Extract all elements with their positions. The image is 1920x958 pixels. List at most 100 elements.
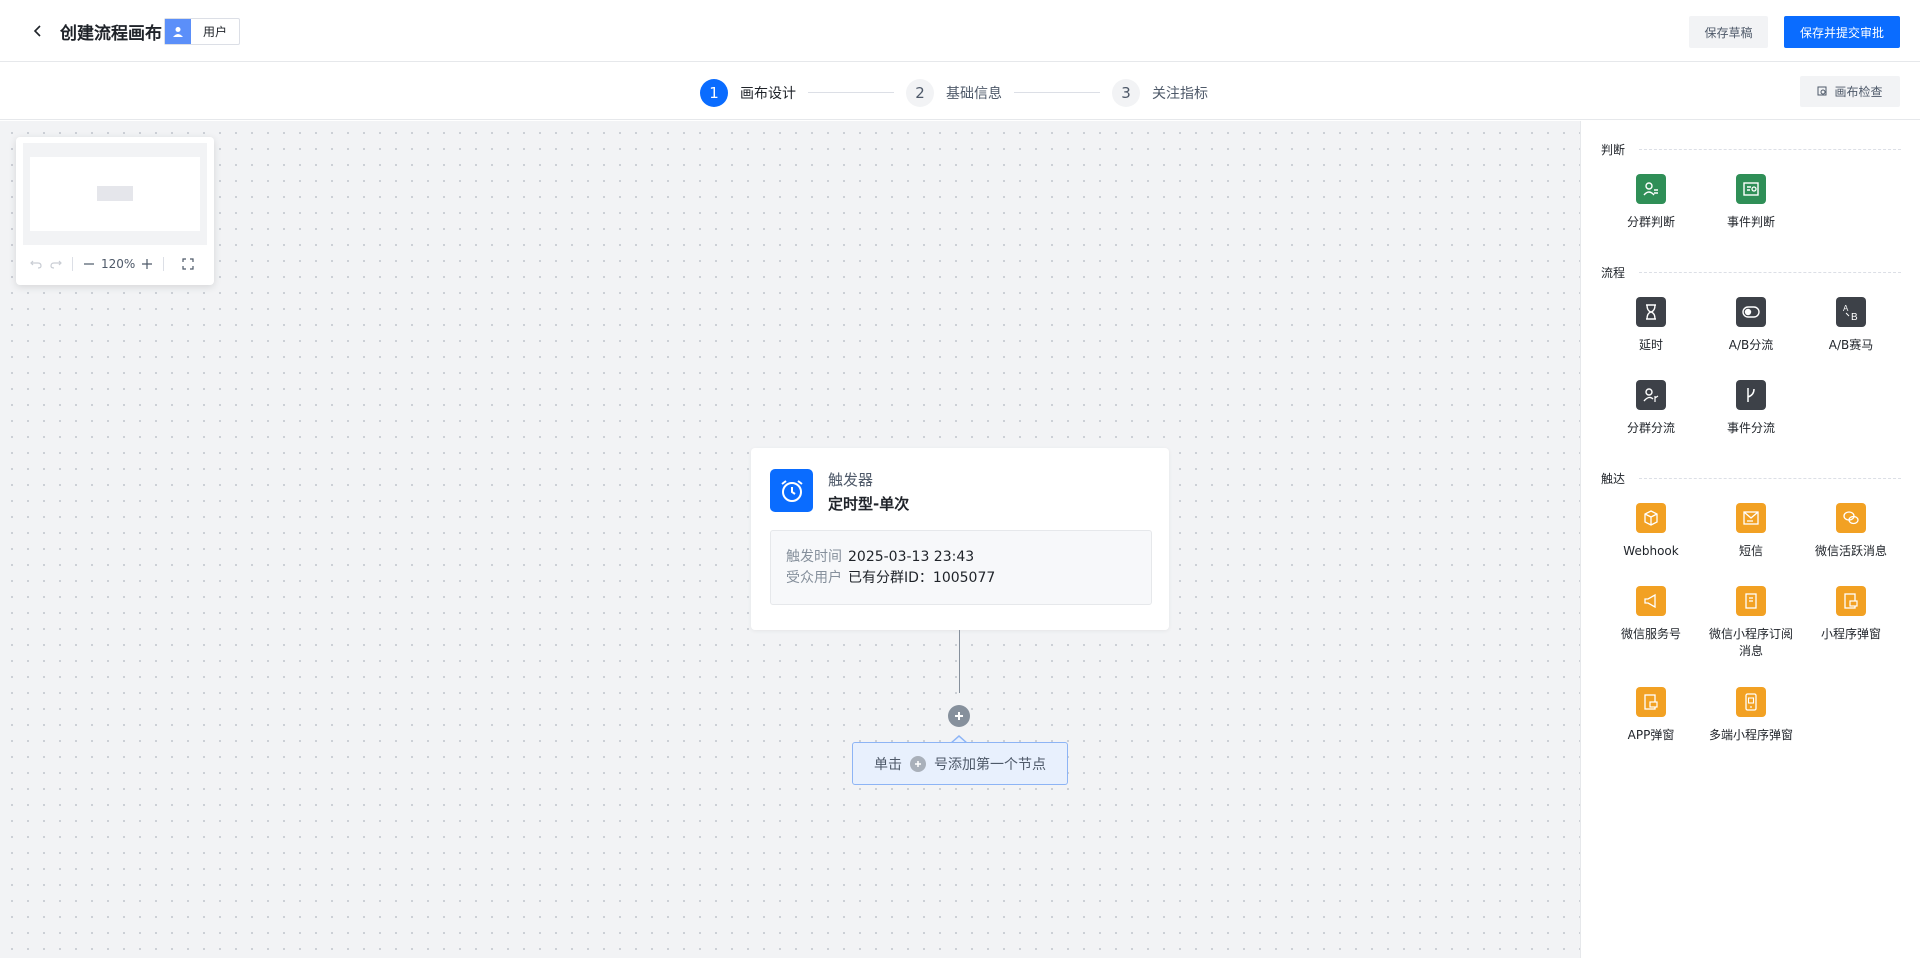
section-title: 流程 [1601, 266, 1626, 280]
sms-item[interactable]: 短信 [1701, 503, 1801, 560]
back-icon[interactable] [26, 19, 50, 43]
undo-icon[interactable] [26, 254, 46, 274]
hint-text-before: 单击 [874, 756, 902, 773]
wechat-active-item[interactable]: 微信活跃消息 [1801, 503, 1901, 560]
step-label: 画布设计 [740, 86, 796, 102]
hint-text-after: 号添加第一个节点 [934, 756, 1046, 773]
step-number: 1 [700, 79, 728, 107]
item-label: 事件判断 [1726, 215, 1775, 229]
item-label: APP弹窗 [1627, 728, 1675, 742]
branch-icon [1736, 380, 1766, 410]
step-metrics[interactable]: 3 关注指标 [1112, 79, 1208, 107]
step-label: 基础信息 [946, 86, 1002, 102]
node-info: 触发时间 2025-03-13 23:43 受众用户 已有分群ID：1005077 [770, 530, 1152, 605]
wechat-mini-subscribe-item[interactable]: 微信小程序订阅消息 [1701, 586, 1801, 660]
ab-icon: AB [1836, 297, 1866, 327]
minimap-controls: 120% [16, 252, 214, 276]
item-label: 微信服务号 [1620, 627, 1681, 641]
save-submit-button[interactable]: 保存并提交审批 [1784, 16, 1900, 48]
ab-race-item[interactable]: AB A/B赛马 [1801, 297, 1901, 354]
add-node-hint: 单击 号添加第一个节点 [852, 742, 1068, 785]
section-title: 触达 [1601, 472, 1626, 486]
add-node-button[interactable] [948, 705, 970, 727]
multi-mini-popup-item[interactable]: 多端小程序弹窗 [1701, 687, 1801, 744]
divider [72, 257, 73, 271]
plus-icon [910, 755, 926, 772]
item-label: 事件分流 [1726, 421, 1775, 435]
app-popup-icon [1636, 687, 1666, 717]
zoom-in-icon[interactable] [137, 254, 157, 274]
section-title: 判断 [1601, 143, 1626, 157]
mini-popup-item[interactable]: 小程序弹窗 [1801, 586, 1901, 643]
connector-line [959, 630, 960, 693]
svg-text:A: A [1843, 304, 1849, 313]
trigger-time-value: 2025-03-13 23:43 [848, 549, 975, 565]
user-icon [165, 19, 191, 44]
alarm-clock-icon [770, 469, 813, 512]
toggle-icon [1736, 297, 1766, 327]
wechat-icon [1836, 503, 1866, 533]
step-number: 3 [1112, 79, 1140, 107]
item-label: 延时 [1638, 338, 1663, 352]
canvas-check-label: 画布检查 [1834, 85, 1883, 99]
svg-text:B: B [1851, 312, 1858, 322]
event-judge-item[interactable]: 事件判断 [1701, 174, 1801, 231]
audience-label: 受众用户 [786, 570, 842, 586]
item-label: 短信 [1738, 544, 1763, 558]
check-icon [1817, 86, 1827, 96]
item-label: 分群分流 [1626, 421, 1675, 435]
delay-item[interactable]: 延时 [1601, 297, 1701, 354]
webhook-item[interactable]: Webhook [1601, 503, 1701, 560]
item-label: Webhook [1623, 544, 1679, 558]
phone-icon [1736, 687, 1766, 717]
mini-popup-icon [1836, 586, 1866, 616]
step-number: 2 [906, 79, 934, 107]
tag-label: 用户 [203, 25, 228, 39]
page-title: 创建流程画布 [60, 24, 162, 44]
app-popup-item[interactable]: APP弹窗 [1601, 687, 1701, 744]
item-label: 多端小程序弹窗 [1708, 728, 1793, 742]
section-judge: 判断 [1601, 141, 1901, 158]
trigger-time-row: 触发时间 2025-03-13 23:43 [786, 546, 974, 566]
canvas-check-button[interactable]: 画布检查 [1800, 76, 1900, 107]
minimap-node [97, 186, 133, 201]
event-split-item[interactable]: 事件分流 [1701, 380, 1801, 437]
segment-judge-item[interactable]: 分群判断 [1601, 174, 1701, 231]
redo-icon[interactable] [46, 254, 66, 274]
item-label: 微信活跃消息 [1814, 544, 1887, 558]
steps-bar: 1 画布设计 2 基础信息 3 关注指标 画布检查 [0, 63, 1920, 120]
save-draft-button[interactable]: 保存草稿 [1689, 16, 1768, 48]
segment-judge-icon [1636, 174, 1666, 204]
wechat-service-item[interactable]: 微信服务号 [1601, 586, 1701, 643]
zoom-out-icon[interactable] [79, 254, 99, 274]
step-canvas-design[interactable]: 1 画布设计 [700, 79, 796, 107]
segment-split-item[interactable]: 分群分流 [1601, 380, 1701, 437]
item-label: 分群判断 [1626, 215, 1675, 229]
audience-value: 已有分群ID：1005077 [848, 570, 996, 586]
node-name: 定时型-单次 [828, 495, 910, 513]
minimap-viewport[interactable] [23, 143, 207, 245]
item-label: A/B赛马 [1828, 338, 1874, 352]
top-header: 创建流程画布 用户 保存草稿 保存并提交审批 [0, 0, 1920, 62]
audience-row: 受众用户 已有分群ID：1005077 [786, 567, 995, 587]
ab-split-item[interactable]: A/B分流 [1701, 297, 1801, 354]
cube-icon [1636, 503, 1666, 533]
megaphone-icon [1636, 586, 1666, 616]
item-label: A/B分流 [1728, 338, 1774, 352]
minimap: 120% [16, 137, 214, 285]
event-judge-icon [1736, 174, 1766, 204]
item-label: 微信小程序订阅消息 [1708, 627, 1793, 658]
hourglass-icon [1636, 297, 1666, 327]
step-basic-info[interactable]: 2 基础信息 [906, 79, 1002, 107]
document-icon [1736, 586, 1766, 616]
user-tag: 用户 [164, 18, 241, 45]
sms-icon [1736, 503, 1766, 533]
zoom-level: 120% [101, 257, 136, 271]
trigger-time-label: 触发时间 [786, 549, 842, 565]
step-label: 关注指标 [1152, 86, 1208, 102]
divider [163, 257, 165, 271]
component-panel: 判断 分群判断 事件判断 流程 延时 A/B分流 AB A/B赛马 分群分流 事… [1580, 121, 1920, 958]
minimap-content [30, 157, 200, 231]
trigger-node[interactable]: 触发器 定时型-单次 触发时间 2025-03-13 23:43 受众用户 已有分群… [751, 448, 1169, 630]
fullscreen-icon[interactable] [178, 254, 198, 274]
